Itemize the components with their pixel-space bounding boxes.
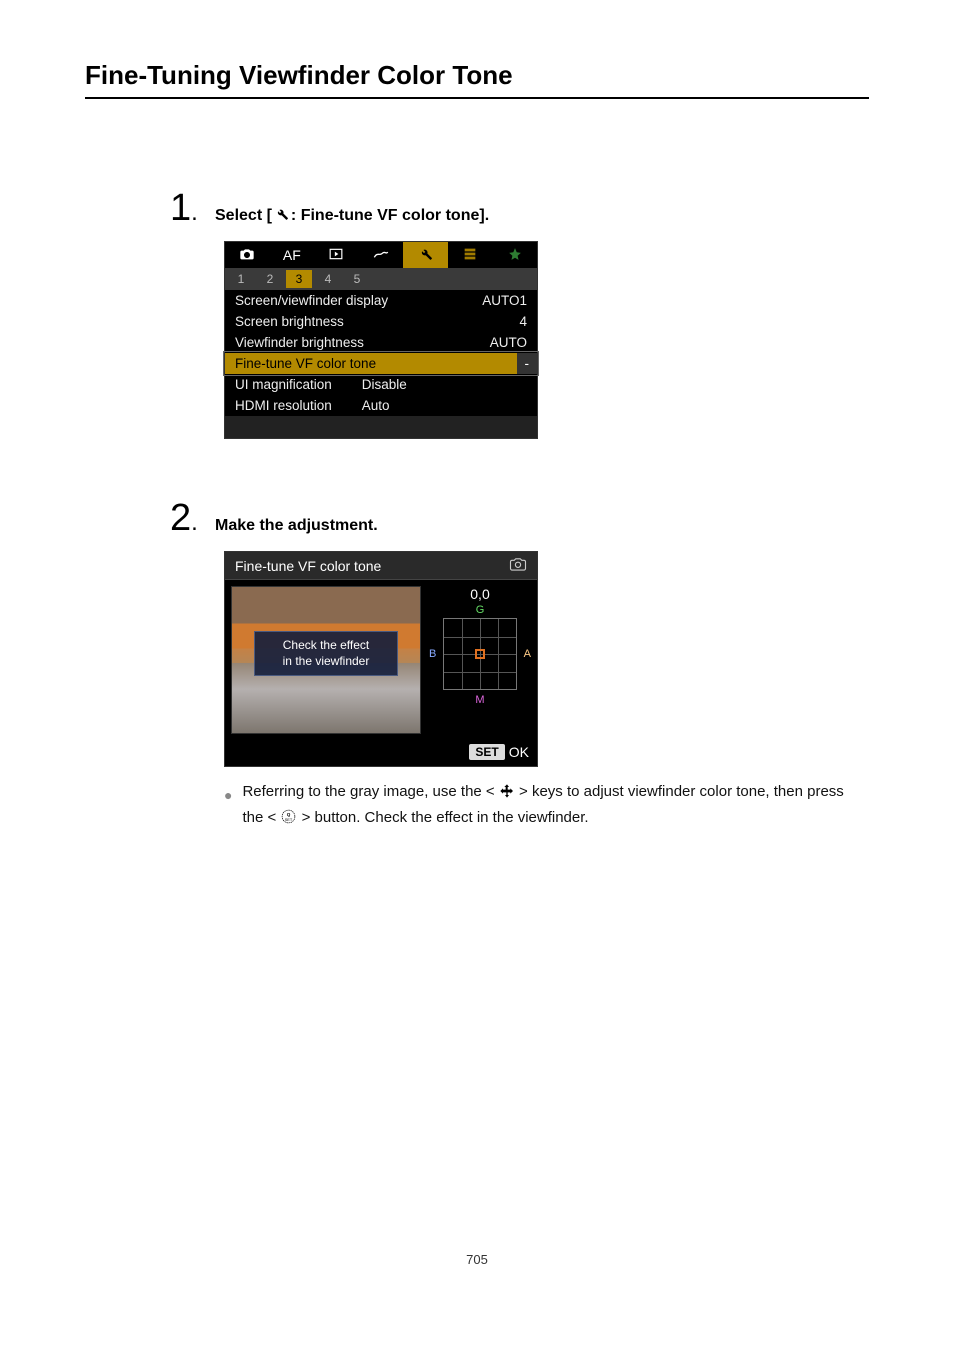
svg-text:Q: Q [287,811,291,816]
multi-controller-icon [499,783,515,807]
page-number: 705 [85,1252,869,1267]
step-number-2: 2. [170,499,215,537]
subtab-1: 1 [228,270,254,288]
svg-text:SET: SET [285,816,293,821]
play-icon [329,247,343,263]
wrench-icon [274,206,289,226]
preview-image: Check the effect in the viewfinder [231,586,421,734]
adjustment-screenshot: Fine-tune VF color tone Check the effect… [224,551,538,767]
tab-playback [314,242,359,268]
menu-row-label: Viewfinder brightness [235,335,364,350]
quick-set-button-icon: QSET [280,808,297,833]
step-number-1: 1. [170,189,215,227]
step-1-heading: Select [ : Fine-tune VF color tone]. [215,206,489,226]
subtab-3: 3 [286,270,312,288]
menu-row-fine-tune-vf: Fine-tune VF color tone - [225,353,537,374]
camera-outline-icon [509,557,527,574]
menu-row-label: HDMI resolution [235,398,332,413]
menu-row-screen-vf-display: Screen/viewfinder display AUTO1 [225,290,537,311]
menu-row-label: Fine-tune VF color tone [235,356,376,371]
tab-custom [448,242,493,268]
camera-icon [239,247,255,263]
step-2-instruction: ● Referring to the gray image, use the <… [224,781,869,832]
tab-mymenu [492,242,537,268]
menu-row-value: Disable [362,377,407,392]
menu-row-label: Screen brightness [235,314,344,329]
ok-label: OK [509,744,529,760]
set-badge: SET [469,744,504,760]
step-2: 2. Make the adjustment. Fine-tune VF col… [170,499,869,832]
menu-row-ui-magnification: UI magnification Disable [225,374,537,395]
menu-row-value: Auto [362,398,390,413]
network-icon [373,247,389,263]
grid-label-g: G [476,604,485,616]
menu-screenshot: AF [224,241,538,439]
menu-top-tabs: AF [225,242,537,268]
bullet-icon: ● [224,785,232,832]
menu-sub-tabs: 1 2 3 4 5 [225,268,537,290]
menu-row-vf-brightness: Viewfinder brightness AUTO [225,332,537,353]
preview-overlay-text: Check the effect in the viewfinder [254,631,398,676]
grid-label-b: B [429,648,436,660]
subtab-4: 4 [315,270,341,288]
subtab-5: 5 [344,270,370,288]
menu-row-hdmi-resolution: HDMI resolution Auto [225,395,537,416]
menu-row-value: 4 [519,314,527,329]
tab-af: AF [270,242,315,268]
adj-title: Fine-tune VF color tone [235,558,381,574]
color-tone-grid: G M B A [431,606,529,702]
menu-footer [225,416,537,438]
menu-row-value: AUTO1 [482,293,527,308]
step-2-heading: Make the adjustment. [215,517,378,535]
menu-row-label: UI magnification [235,377,332,392]
star-icon [508,247,522,264]
grid-label-a: A [524,648,531,660]
menu-row-screen-brightness: Screen brightness 4 [225,311,537,332]
subtab-2: 2 [257,270,283,288]
grid-label-m: M [475,694,484,706]
color-tone-coordinates: 0,0 [470,586,489,602]
step-1: 1. Select [ : Fine-tune VF color tone]. … [170,189,869,439]
menu-row-value: - [517,353,538,374]
wrench-icon [418,246,433,264]
color-tone-marker [475,649,485,659]
menu-row-value: AUTO [490,335,527,350]
tab-network [359,242,404,268]
custom-icon [462,247,478,264]
page-title: Fine-Tuning Viewfinder Color Tone [85,60,869,99]
tab-setup [403,242,448,268]
menu-row-label: Screen/viewfinder display [235,293,388,308]
tab-camera [225,242,270,268]
